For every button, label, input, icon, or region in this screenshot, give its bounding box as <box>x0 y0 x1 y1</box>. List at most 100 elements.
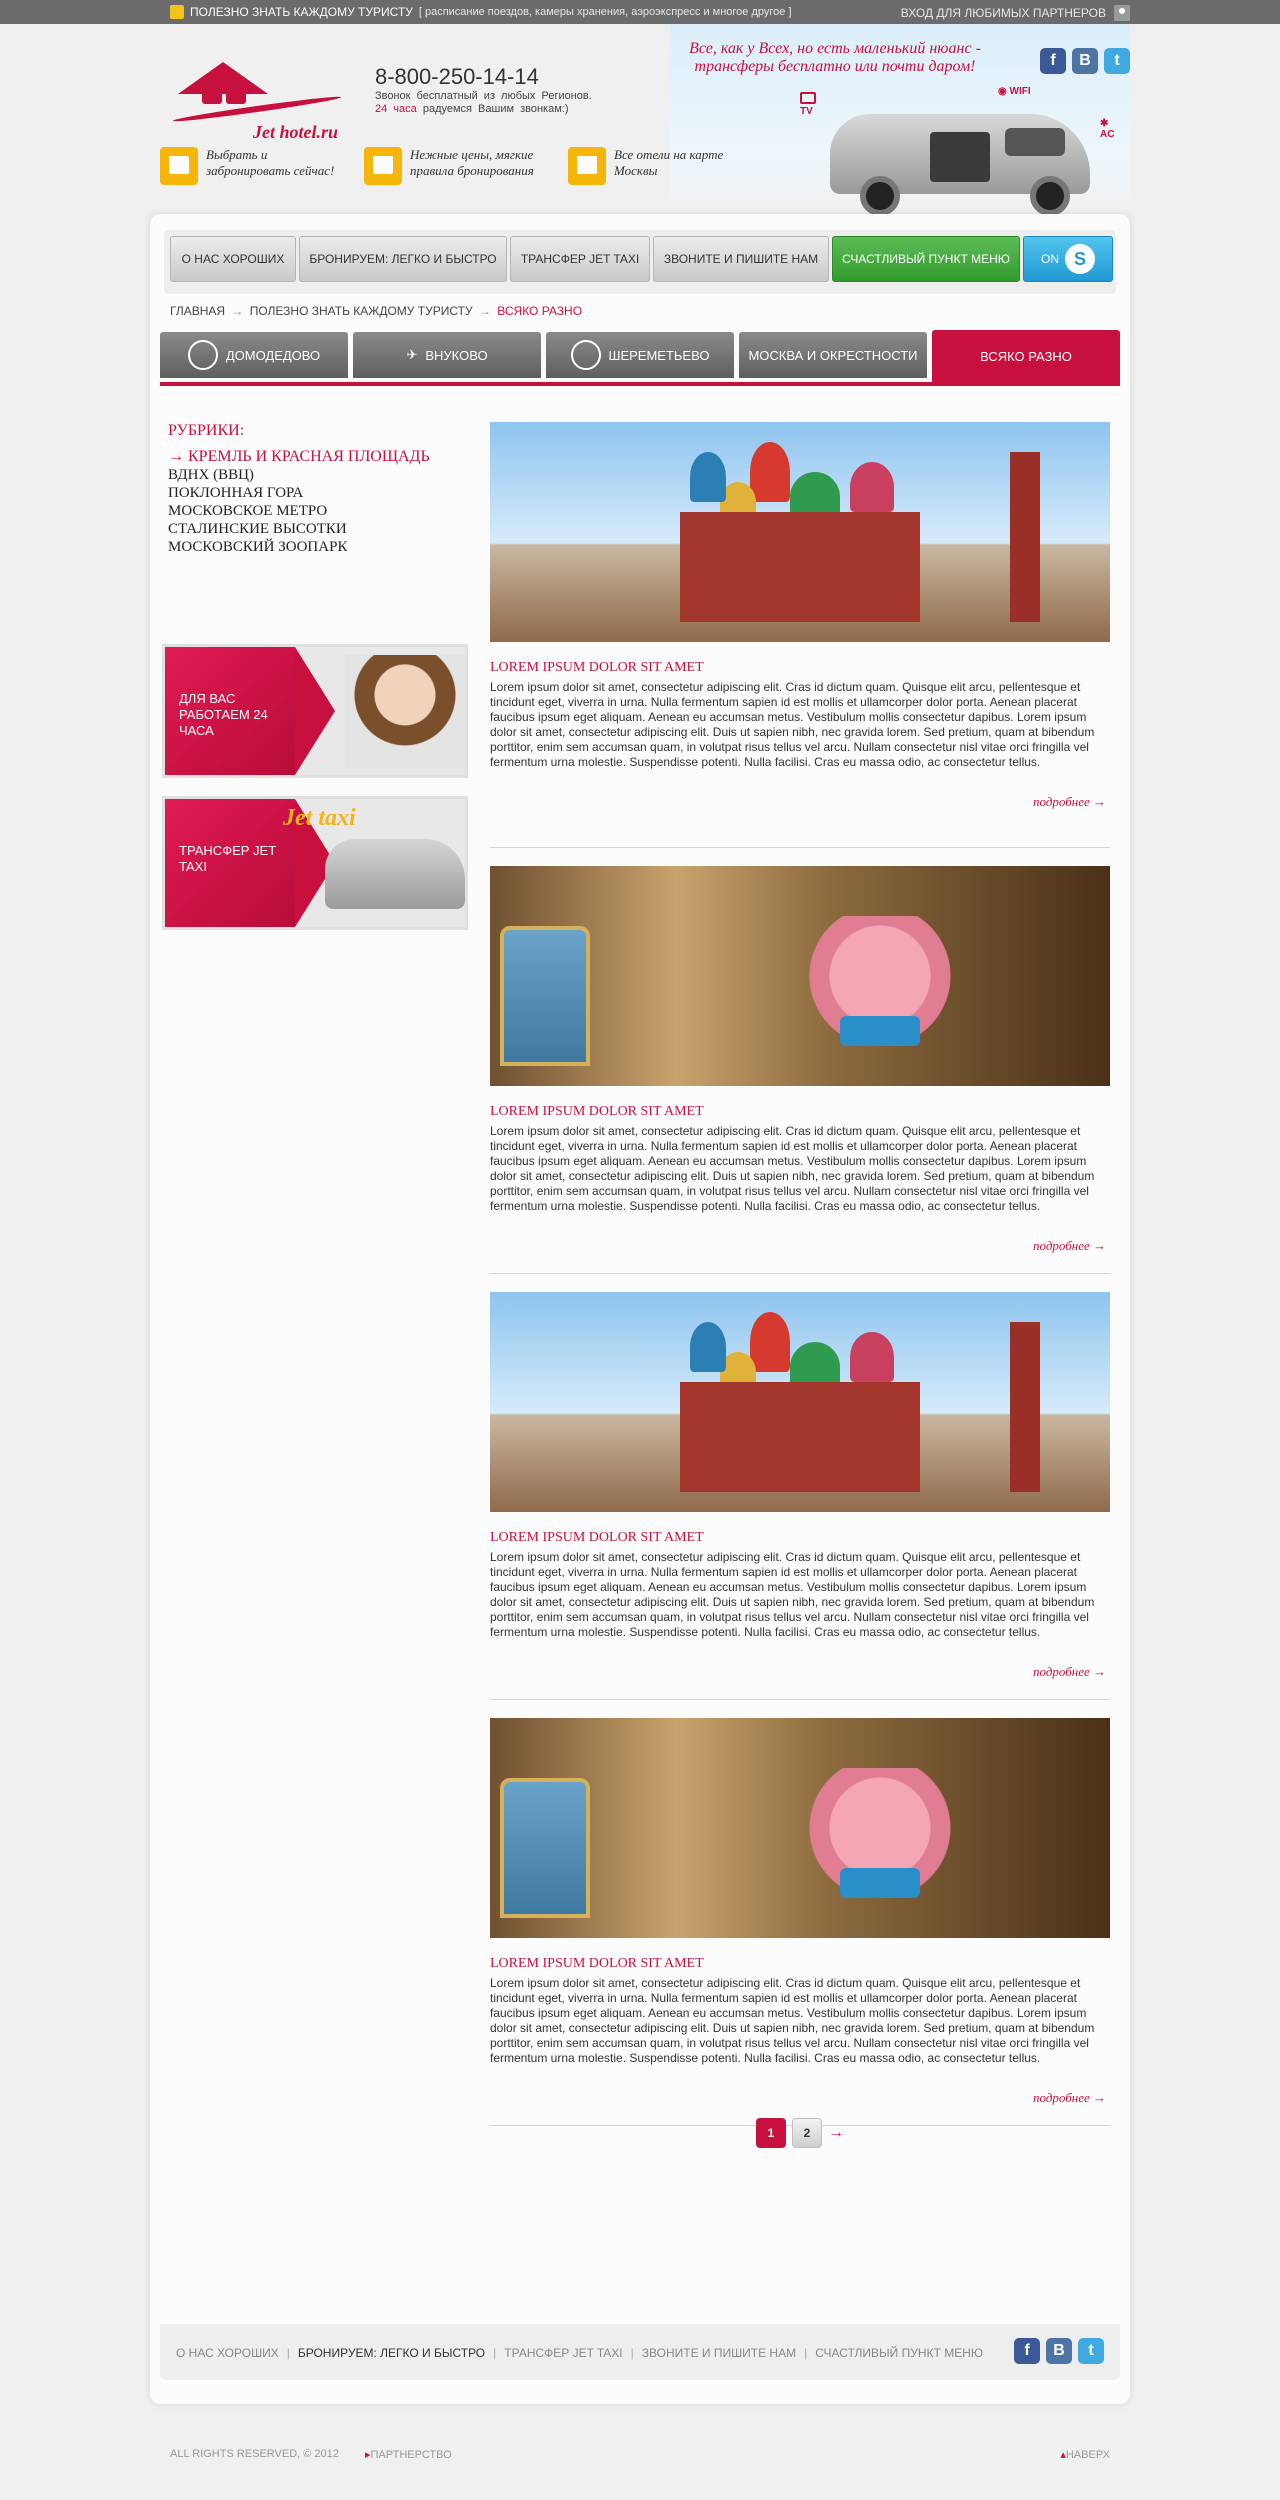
breadcrumb-home[interactable]: ГЛАВНАЯ <box>170 304 225 318</box>
phone-note: Звонок бесплатный из любых Регионов. 24 … <box>375 90 605 116</box>
tourist-info-title[interactable]: ПОЛЕЗНО ЗНАТЬ КАЖДОМУ ТУРИСТУ <box>190 5 413 19</box>
benefit-prices[interactable]: Нежные цены, мягкие правила бронирования <box>364 147 554 185</box>
breadcrumb-section[interactable]: ПОЛЕЗНО ЗНАТЬ КАЖДОМУ ТУРИСТУ <box>250 304 473 318</box>
tab-misc[interactable]: ВСЯКО РАЗНО <box>932 330 1120 382</box>
post-title[interactable]: LOREM IPSUM DOLOR SIT AMET <box>490 1530 704 1546</box>
banner-24h[interactable]: ДЛЯ ВАС РАБОТАЕМ 24 ЧАСА <box>162 644 468 778</box>
feature-ac: ✱ AC <box>1100 118 1114 140</box>
operator-photo <box>345 655 465 769</box>
benefit-map[interactable]: Все отели на карте Москвы <box>568 147 758 185</box>
tab-moscow[interactable]: МОСКВА И ОКРЕСТНОСТИ <box>739 332 927 378</box>
user-icon[interactable] <box>1114 5 1130 21</box>
menu-booking[interactable]: БРОНИРУЕМ: ЛЕГКО И БЫСТРО <box>299 236 507 282</box>
rubric-vdnh[interactable]: ВДНХ (ВВЦ) <box>168 466 458 484</box>
rubric-kremlin[interactable]: → КРЕМЛЬ И КРАСНАЯ ПЛОЩАДЬ <box>168 448 458 466</box>
tourist-info-subtitle: [ расписание поездов, камеры хранения, а… <box>418 6 792 18</box>
facebook-icon[interactable]: f <box>1040 48 1066 74</box>
copyright: ALL RIGHTS RESERVED, © 2012 <box>170 2448 339 2460</box>
taxi-car-image <box>325 839 465 909</box>
post: LOREM IPSUM DOLOR SIT AMET Lorem ipsum d… <box>490 422 1110 848</box>
logo-people-icon <box>198 78 250 104</box>
rubric-vysotki[interactable]: СТАЛИНСКИЕ ВЫСОТКИ <box>168 520 458 538</box>
tourist-info-link[interactable]: ПОЛЕЗНО ЗНАТЬ КАЖДОМУ ТУРИСТУ [ расписан… <box>170 5 792 19</box>
post-title[interactable]: LOREM IPSUM DOLOR SIT AMET <box>490 1104 704 1120</box>
map-pin-icon <box>568 147 606 185</box>
bird-icon: ✈ <box>406 347 418 362</box>
logo[interactable]: Jet hotel.ru <box>158 44 348 154</box>
post-title[interactable]: LOREM IPSUM DOLOR SIT AMET <box>490 660 704 676</box>
tab-vnukovo-label: ВНУКОВО <box>425 347 488 363</box>
partnership-link[interactable]: ПАРТНЕРСТВО <box>365 2448 452 2461</box>
feature-ac-label: AC <box>1100 129 1115 140</box>
footer-link-transfer[interactable]: ТРАНСФЕР JET TAXI <box>504 2346 622 2360</box>
post-image-kremlin[interactable] <box>490 1292 1110 1512</box>
page-1-button[interactable]: 1 <box>756 2118 786 2148</box>
header: Jet hotel.ru 8-800-250-14-14 Звонок бесп… <box>150 24 1130 216</box>
footer-link-lucky[interactable]: СЧАСТЛИВЫЙ ПУНКТ МЕНЮ <box>815 2346 983 2360</box>
phone-note-line2: радуемся Вашим звонкам:) <box>422 103 569 115</box>
rubric-zoo[interactable]: МОСКОВСКИЙ ЗООПАРК <box>168 538 458 556</box>
back-to-top-link[interactable]: НАВЕРХ <box>1060 2448 1110 2461</box>
rubric-poklonnaya[interactable]: ПОКЛОННАЯ ГОРА <box>168 484 458 502</box>
vkontakte-icon[interactable]: B <box>1046 2338 1072 2364</box>
banner-taxi[interactable]: ТРАНСФЕР JET TAXI Jet taxi <box>162 796 468 930</box>
post-read-more[interactable]: подробнее → <box>1033 794 1106 810</box>
vkontakte-icon[interactable]: B <box>1072 48 1098 74</box>
tab-sheremetyevo-label: ШЕРЕМЕТЬЕВО <box>608 347 710 363</box>
post-title[interactable]: LOREM IPSUM DOLOR SIT AMET <box>490 1956 704 1972</box>
post: LOREM IPSUM DOLOR SIT AMET Lorem ipsum d… <box>490 848 1110 1274</box>
posts-list: LOREM IPSUM DOLOR SIT AMET Lorem ipsum d… <box>490 422 1110 2126</box>
post-text: Lorem ipsum dolor sit amet, consectetur … <box>490 680 1095 769</box>
post: LOREM IPSUM DOLOR SIT AMET Lorem ipsum d… <box>490 1274 1110 1700</box>
skype-icon: S <box>1065 244 1095 274</box>
menu-transfer[interactable]: ТРАНСФЕР JET TAXI <box>510 236 650 282</box>
slogan: Все, как у Всех, но есть маленький нюанс… <box>689 40 981 75</box>
post-image-kremlin[interactable] <box>490 422 1110 642</box>
page-2-button[interactable]: 2 <box>792 2118 822 2148</box>
feature-wifi-label: WIFI <box>1009 86 1031 97</box>
benefits: Выбрать и забронировать сейчас! Нежные ц… <box>160 147 758 185</box>
tab-moscow-label: МОСКВА И ОКРЕСТНОСТИ <box>748 347 918 363</box>
rubric-metro[interactable]: МОСКОВСКОЕ МЕТРО <box>168 502 458 520</box>
banner-taxi-label: ТРАНСФЕР JET TAXI <box>179 843 276 874</box>
twitter-icon[interactable]: t <box>1078 2338 1104 2364</box>
tab-domodedovo-label: ДОМОДЕДОВО <box>225 347 321 363</box>
footer-link-booking[interactable]: БРОНИРУЕМ: ЛЕГКО И БЫСТРО <box>298 2346 485 2360</box>
benefit-prices-text: Нежные цены, мягкие правила бронирования <box>410 147 534 178</box>
feature-tv-label: TV <box>800 106 813 117</box>
facebook-icon[interactable]: f <box>1014 2338 1040 2364</box>
post-read-more[interactable]: подробнее → <box>1033 1664 1106 1680</box>
post-read-more[interactable]: подробнее → <box>1033 2090 1106 2106</box>
benefit-book[interactable]: Выбрать и забронировать сейчас! <box>160 147 350 185</box>
partners-login[interactable]: ВХОД ДЛЯ ЛЮБИМЫХ ПАРТНЕРОВ <box>901 5 1130 21</box>
phone-number[interactable]: 8-800-250-14-14 <box>375 64 539 90</box>
breadcrumb: ГЛАВНАЯ → ПОЛЕЗНО ЗНАТЬ КАЖДОМУ ТУРИСТУ … <box>170 304 582 318</box>
menu-contacts[interactable]: ЗВОНИТЕ И ПИШИТЕ НАМ <box>653 236 829 282</box>
skype-button[interactable]: ON S <box>1023 236 1113 282</box>
menu-lucky[interactable]: СЧАСТЛИВЫЙ ПУНКТ МЕНЮ <box>832 236 1020 282</box>
breadcrumb-current: ВСЯКО РАЗНО <box>497 304 583 318</box>
header-socials: f B t <box>1040 48 1130 74</box>
post-image-interior[interactable] <box>490 1718 1110 1938</box>
footer-socials: f B t <box>1014 2338 1104 2364</box>
footer-link-about[interactable]: О НАС ХОРОШИХ <box>176 2346 279 2360</box>
pagination: 1 2 → <box>756 2118 844 2148</box>
next-page-arrow-icon[interactable]: → <box>828 2124 844 2142</box>
partners-login-label[interactable]: ВХОД ДЛЯ ЛЮБИМЫХ ПАРТНЕРОВ <box>901 6 1106 20</box>
breadcrumb-arrow-icon: → <box>231 304 244 318</box>
post-read-more[interactable]: подробнее → <box>1033 1238 1106 1254</box>
tab-sheremetyevo[interactable]: ШЕРЕМЕТЬЕВО <box>546 332 734 378</box>
main-container: О НАС ХОРОШИХ БРОНИРУЕМ: ЛЕГКО И БЫСТРО … <box>150 214 1130 2404</box>
tab-domodedovo[interactable]: ДОМОДЕДОВО <box>160 332 348 378</box>
post-text: Lorem ipsum dolor sit amet, consectetur … <box>490 1550 1095 1639</box>
post-image-interior[interactable] <box>490 866 1110 1086</box>
tab-misc-label: ВСЯКО РАЗНО <box>980 348 1072 364</box>
rubrics-list: → КРЕМЛЬ И КРАСНАЯ ПЛОЩАДЬ ВДНХ (ВВЦ) ПО… <box>168 448 458 556</box>
twitter-icon[interactable]: t <box>1104 48 1130 74</box>
footer-link-contacts[interactable]: ЗВОНИТЕ И ПИШИТЕ НАМ <box>642 2346 796 2360</box>
calendar-icon <box>160 147 198 185</box>
tab-vnukovo[interactable]: ✈ ВНУКОВО <box>353 332 541 378</box>
sheremetyevo-icon <box>570 340 601 370</box>
menu-about[interactable]: О НАС ХОРОШИХ <box>170 236 296 282</box>
rubrics-title: РУБРИКИ: <box>168 422 245 439</box>
